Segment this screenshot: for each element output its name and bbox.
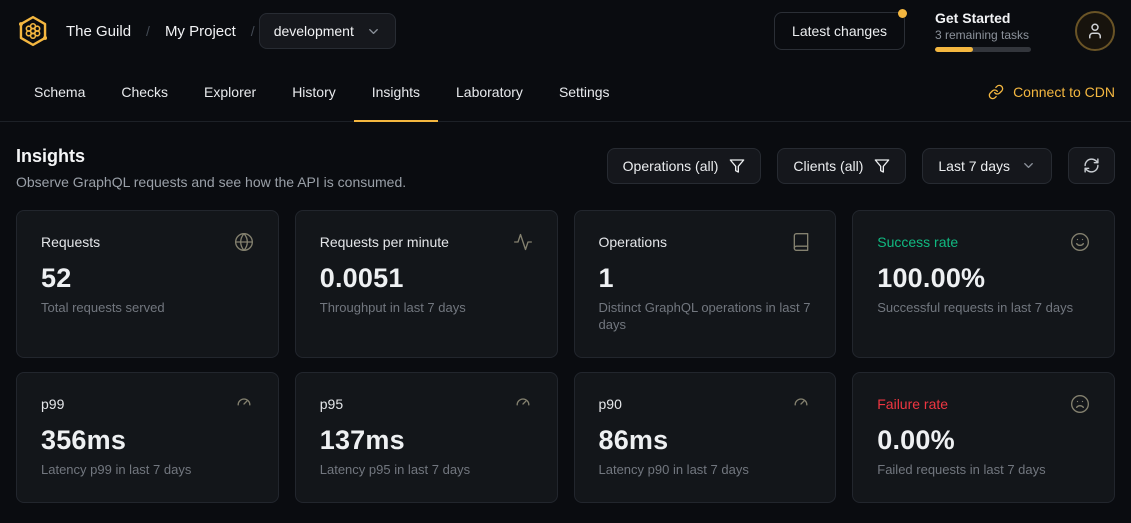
get-started-progressbar bbox=[935, 47, 1031, 52]
project-nav: Schema Checks Explorer History Insights … bbox=[0, 62, 1131, 122]
stat-card-operations: Operations 1 Distinct GraphQL operations… bbox=[574, 210, 837, 358]
tab-insights[interactable]: Insights bbox=[354, 62, 438, 121]
card-title: Success rate bbox=[877, 234, 958, 250]
link-icon bbox=[988, 84, 1004, 100]
card-title: p99 bbox=[41, 396, 64, 412]
card-description: Latency p90 in last 7 days bbox=[599, 462, 812, 479]
date-range-label: Last 7 days bbox=[938, 158, 1010, 174]
tab-schema[interactable]: Schema bbox=[16, 62, 103, 121]
target-selector[interactable]: development bbox=[259, 13, 396, 49]
card-value: 52 bbox=[41, 263, 254, 294]
page-titles: Insights Observe GraphQL requests and se… bbox=[16, 146, 607, 190]
target-selector-value: development bbox=[274, 23, 354, 39]
card-value: 137ms bbox=[320, 425, 533, 456]
connect-to-cdn-link[interactable]: Connect to CDN bbox=[988, 62, 1115, 121]
get-started-subtitle: 3 remaining tasks bbox=[935, 28, 1035, 42]
breadcrumb-org[interactable]: The Guild bbox=[66, 23, 131, 40]
stat-card-failure-rate: Failure rate 0.00% Failed requests in la… bbox=[852, 372, 1115, 503]
tab-settings[interactable]: Settings bbox=[541, 62, 628, 121]
stat-card-p90: p90 86ms Latency p90 in last 7 days bbox=[574, 372, 837, 503]
breadcrumb-separator: / bbox=[251, 23, 255, 39]
latest-changes-button[interactable]: Latest changes bbox=[774, 12, 905, 50]
stat-card-rpm: Requests per minute 0.0051 Throughput in… bbox=[295, 210, 558, 358]
breadcrumb: The Guild / My Project / bbox=[66, 23, 255, 40]
card-value: 0.00% bbox=[877, 425, 1090, 456]
notification-dot bbox=[898, 9, 907, 18]
operations-filter-label: Operations (all) bbox=[623, 158, 719, 174]
tab-explorer[interactable]: Explorer bbox=[186, 62, 274, 121]
card-description: Successful requests in last 7 days bbox=[877, 300, 1090, 317]
card-title: p95 bbox=[320, 396, 343, 412]
breadcrumb-separator: / bbox=[146, 23, 150, 39]
stat-card-success-rate: Success rate 100.00% Successful requests… bbox=[852, 210, 1115, 358]
card-value: 100.00% bbox=[877, 263, 1090, 294]
tab-checks[interactable]: Checks bbox=[103, 62, 186, 121]
operations-filter-button[interactable]: Operations (all) bbox=[607, 148, 762, 184]
card-description: Distinct GraphQL operations in last 7 da… bbox=[599, 300, 812, 334]
page-title: Insights bbox=[16, 146, 607, 167]
card-title: p90 bbox=[599, 396, 622, 412]
page-subtitle: Observe GraphQL requests and see how the… bbox=[16, 174, 607, 190]
card-description: Latency p99 in last 7 days bbox=[41, 462, 254, 479]
card-value: 0.0051 bbox=[320, 263, 533, 294]
get-started-widget[interactable]: Get Started 3 remaining tasks bbox=[935, 10, 1035, 52]
connect-to-cdn-label: Connect to CDN bbox=[1013, 84, 1115, 100]
globe-icon bbox=[234, 232, 254, 252]
date-range-selector[interactable]: Last 7 days bbox=[922, 148, 1052, 184]
stat-card-requests: Requests 52 Total requests served bbox=[16, 210, 279, 358]
card-description: Failed requests in last 7 days bbox=[877, 462, 1090, 479]
card-title: Operations bbox=[599, 234, 667, 250]
gauge-icon bbox=[513, 394, 533, 414]
insights-page-head: Insights Observe GraphQL requests and se… bbox=[0, 122, 1131, 202]
top-header: The Guild / My Project / development Lat… bbox=[0, 0, 1131, 62]
user-icon bbox=[1086, 22, 1104, 40]
filters-bar: Operations (all) Clients (all) Last 7 da… bbox=[607, 147, 1115, 184]
activity-icon bbox=[513, 232, 533, 252]
card-description: Throughput in last 7 days bbox=[320, 300, 533, 317]
filter-icon bbox=[729, 158, 745, 174]
filter-icon bbox=[874, 158, 890, 174]
user-avatar[interactable] bbox=[1075, 11, 1115, 51]
card-title: Requests bbox=[41, 234, 100, 250]
get-started-progress-fill bbox=[935, 47, 973, 52]
chevron-down-icon bbox=[1021, 158, 1036, 173]
card-value: 1 bbox=[599, 263, 812, 294]
smile-icon bbox=[1070, 232, 1090, 252]
breadcrumb-project[interactable]: My Project bbox=[165, 23, 236, 40]
latest-changes-label: Latest changes bbox=[792, 23, 887, 39]
card-title: Failure rate bbox=[877, 396, 948, 412]
clients-filter-label: Clients (all) bbox=[793, 158, 863, 174]
chevron-down-icon bbox=[366, 24, 381, 39]
refresh-icon bbox=[1083, 157, 1100, 174]
gauge-icon bbox=[234, 394, 254, 414]
guild-hive-logo-icon[interactable] bbox=[16, 14, 50, 48]
stat-card-p95: p95 137ms Latency p95 in last 7 days bbox=[295, 372, 558, 503]
stat-card-p99: p99 356ms Latency p99 in last 7 days bbox=[16, 372, 279, 503]
book-icon bbox=[791, 232, 811, 252]
tab-history[interactable]: History bbox=[274, 62, 354, 121]
clients-filter-button[interactable]: Clients (all) bbox=[777, 148, 906, 184]
frown-icon bbox=[1070, 394, 1090, 414]
tab-laboratory[interactable]: Laboratory bbox=[438, 62, 541, 121]
card-value: 356ms bbox=[41, 425, 254, 456]
card-value: 86ms bbox=[599, 425, 812, 456]
get-started-title: Get Started bbox=[935, 10, 1035, 26]
card-description: Latency p95 in last 7 days bbox=[320, 462, 533, 479]
stats-grid: Requests 52 Total requests served Reques… bbox=[0, 202, 1131, 519]
card-description: Total requests served bbox=[41, 300, 254, 317]
gauge-icon bbox=[791, 394, 811, 414]
card-title: Requests per minute bbox=[320, 234, 449, 250]
refresh-button[interactable] bbox=[1068, 147, 1115, 184]
